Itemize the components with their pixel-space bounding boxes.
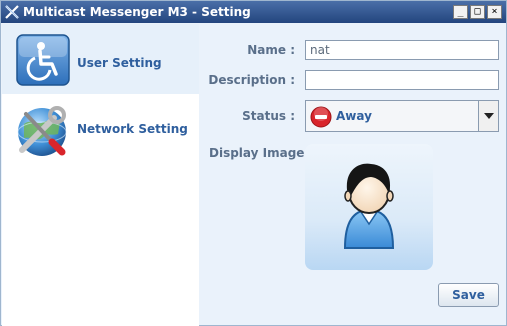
dropdown-arrow-button[interactable] [478,101,498,131]
globe-tools-icon [14,102,72,160]
status-label: Status : [242,109,295,123]
display-image-picker[interactable] [305,144,433,270]
save-button[interactable]: Save [438,283,499,307]
sidebar-item-user-setting[interactable]: User Setting [2,24,199,94]
sidebar-item-network-setting[interactable]: Network Setting [2,94,199,164]
user-avatar-icon [343,163,395,249]
maximize-button[interactable]: □ [470,5,485,19]
minimize-button[interactable]: _ [453,5,468,19]
description-label: Description : [208,73,295,87]
name-field[interactable]: nat [305,40,499,60]
title-bar[interactable]: Multicast Messenger M3 - Setting _ □ × [1,1,506,23]
close-button[interactable]: × [487,5,502,19]
wheelchair-user-icon [14,32,72,90]
chevron-down-icon [484,113,494,119]
sidebar-item-label: Network Setting [77,122,188,136]
settings-sidebar: User Setting Network Setting [2,24,199,326]
away-minus-icon [310,106,332,128]
name-label: Name : [247,43,295,57]
display-image-label: Display Image : [209,146,314,160]
settings-window: Multicast Messenger M3 - Setting _ □ × U… [0,0,507,326]
status-value: Away [336,109,372,123]
app-logo-icon[interactable] [4,4,20,20]
window-title: Multicast Messenger M3 - Setting [23,5,251,19]
sidebar-item-label: User Setting [77,56,162,70]
status-dropdown[interactable]: Away [305,100,499,132]
description-field[interactable] [305,70,499,90]
